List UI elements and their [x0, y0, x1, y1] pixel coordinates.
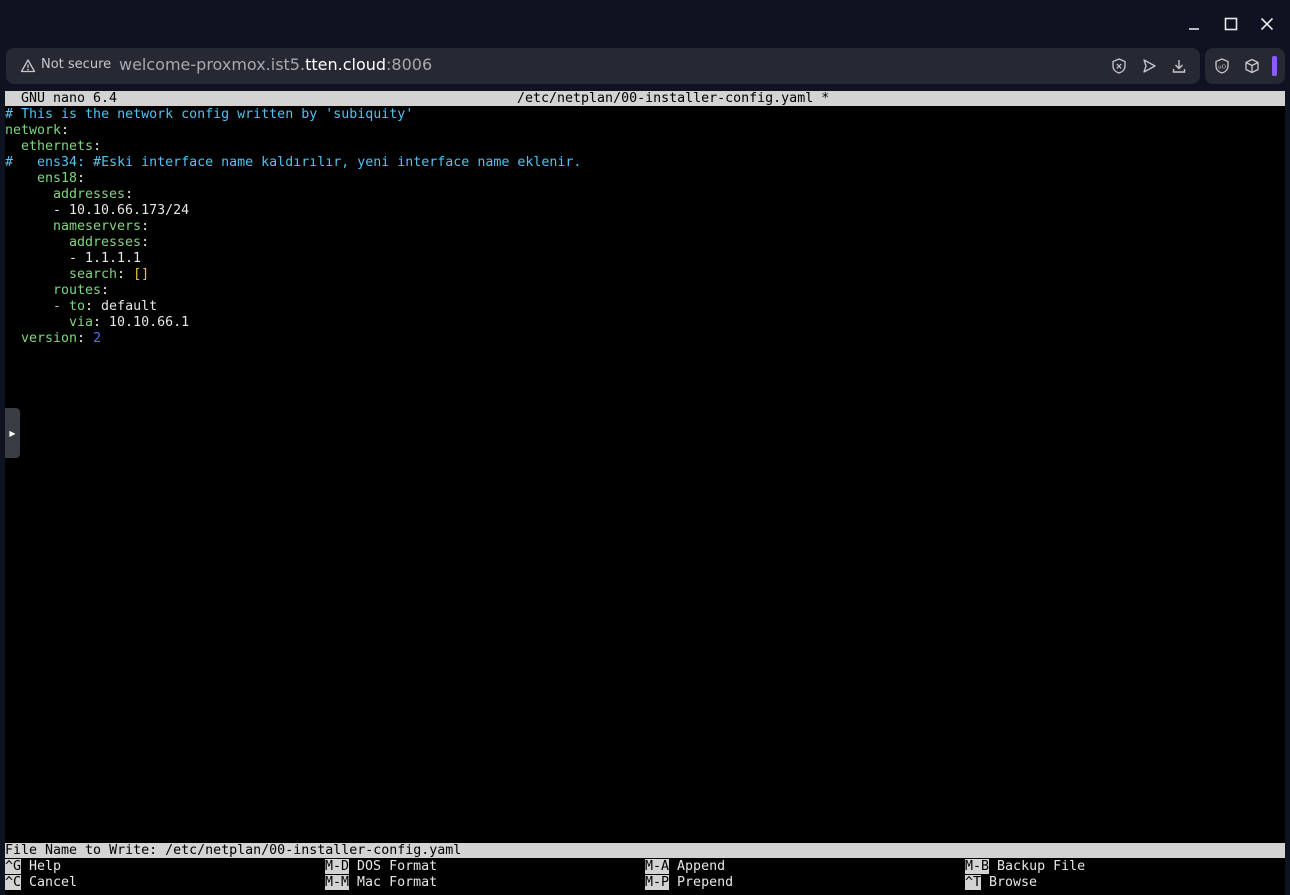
- shortcut-label: Prepend: [677, 875, 734, 890]
- yaml-value: default: [101, 299, 158, 314]
- download-icon[interactable]: [1170, 57, 1188, 75]
- not-secure-label[interactable]: Not secure: [41, 57, 111, 72]
- shortcut-label: Backup File: [997, 859, 1086, 874]
- line-10: - 1.1.1.1: [69, 251, 142, 266]
- shortcut-key: M-M: [325, 875, 350, 890]
- yaml-key: ens18: [37, 171, 78, 186]
- line-8: nameservers:: [53, 219, 150, 234]
- yaml-value: []: [133, 267, 150, 282]
- shortcut-key: ^T: [965, 875, 982, 890]
- profile-indicator[interactable]: [1272, 56, 1277, 76]
- yaml-value: 10.10.66.1: [109, 315, 190, 330]
- url-domain: tten.cloud: [305, 55, 387, 74]
- shortcut-key: M-D: [325, 859, 350, 874]
- shortcut-key: M-P: [645, 875, 670, 890]
- line-13: - to: default: [53, 299, 158, 314]
- nano-file-title: /etc/netplan/00-installer-config.yaml *: [517, 91, 830, 106]
- line-1: # This is the network config written by …: [5, 107, 414, 122]
- address-bar[interactable]: Not secure welcome-proxmox.ist5.tten.clo…: [6, 48, 1200, 84]
- yaml-value: 10.10.66.173/24: [69, 203, 190, 218]
- yaml-value: 2: [93, 331, 102, 346]
- nano-version: GNU nano 6.4: [21, 91, 118, 106]
- send-icon[interactable]: [1140, 57, 1158, 75]
- shortcut-label: DOS Format: [357, 859, 438, 874]
- shortcut-backup-file[interactable]: M-B Backup File: [965, 859, 1085, 875]
- yaml-key: network: [5, 123, 62, 138]
- line-14: via: 10.10.66.1: [69, 315, 190, 330]
- shield-icon[interactable]: [1110, 57, 1128, 75]
- shortcut-label: Help: [29, 859, 62, 874]
- url-prefix: welcome-proxmox.ist5.: [119, 55, 306, 74]
- line-12: routes:: [53, 283, 110, 298]
- filename-prompt[interactable]: File Name to Write: /etc/netplan/00-inst…: [5, 843, 1285, 858]
- line-2: network:: [5, 123, 70, 138]
- yaml-key: routes: [53, 283, 102, 298]
- shortcut-label: Browse: [989, 875, 1038, 890]
- yaml-value: 1.1.1.1: [85, 251, 142, 266]
- shortcut-dos-format[interactable]: M-D DOS Format: [325, 859, 437, 875]
- yaml-key: ethernets: [21, 139, 94, 154]
- line-7: - 10.10.66.173/24: [53, 203, 190, 218]
- line-5: ens18:: [37, 171, 86, 186]
- window-titlebar: [0, 0, 1290, 46]
- shortcut-append[interactable]: M-A Append: [645, 859, 725, 875]
- shortcut-key: ^C: [5, 875, 22, 890]
- url-port: :8006: [386, 55, 433, 74]
- yaml-key: addresses: [53, 187, 126, 202]
- url-text[interactable]: welcome-proxmox.ist5.tten.cloud:8006: [119, 55, 432, 74]
- svg-text:uO: uO: [1218, 65, 1226, 71]
- line-15: version: 2: [21, 331, 102, 346]
- shortcut-key: M-A: [645, 859, 670, 874]
- yaml-key: search: [69, 267, 118, 282]
- shortcut-browse[interactable]: ^T Browse: [965, 875, 1037, 891]
- nano-header: GNU nano 6.4 /etc/netplan/00-installer-c…: [5, 91, 1285, 106]
- yaml-key: to: [69, 299, 86, 314]
- yaml-key: version: [21, 331, 78, 346]
- yaml-key: nameservers: [53, 219, 142, 234]
- shortcut-label: Append: [677, 859, 726, 874]
- shortcut-prepend[interactable]: M-P Prepend: [645, 875, 733, 891]
- maximize-icon[interactable]: [1217, 10, 1245, 38]
- shortcut-key: ^G: [5, 859, 22, 874]
- close-icon[interactable]: [1253, 10, 1281, 38]
- line-4: # ens34: #Eski interface name kaldırılır…: [5, 155, 582, 170]
- shortcut-mac-format[interactable]: M-M Mac Format: [325, 875, 437, 891]
- shortcut-label: Cancel: [29, 875, 78, 890]
- line-6: addresses:: [53, 187, 134, 202]
- side-panel-toggle[interactable]: ▶: [5, 408, 20, 458]
- shortcut-key: M-B: [965, 859, 990, 874]
- yaml-key: addresses: [69, 235, 142, 250]
- line-9: addresses:: [69, 235, 150, 250]
- shortcut-cancel[interactable]: ^C Cancel: [5, 875, 77, 891]
- shortcut-label: Mac Format: [357, 875, 438, 890]
- ublock-icon[interactable]: uO: [1213, 57, 1231, 75]
- line-3: ethernets:: [5, 139, 101, 155]
- extensions-bar: uO: [1205, 48, 1285, 84]
- terminal[interactable]: GNU nano 6.4 /etc/netplan/00-installer-c…: [5, 91, 1285, 895]
- shortcut-help[interactable]: ^G Help: [5, 859, 61, 875]
- extension-cube-icon[interactable]: [1243, 57, 1261, 75]
- chevron-right-icon: ▶: [9, 428, 16, 438]
- yaml-key: via: [69, 315, 94, 330]
- minimize-icon[interactable]: [1180, 10, 1208, 38]
- line-11: search: []: [69, 267, 150, 282]
- warning-icon[interactable]: [20, 58, 36, 74]
